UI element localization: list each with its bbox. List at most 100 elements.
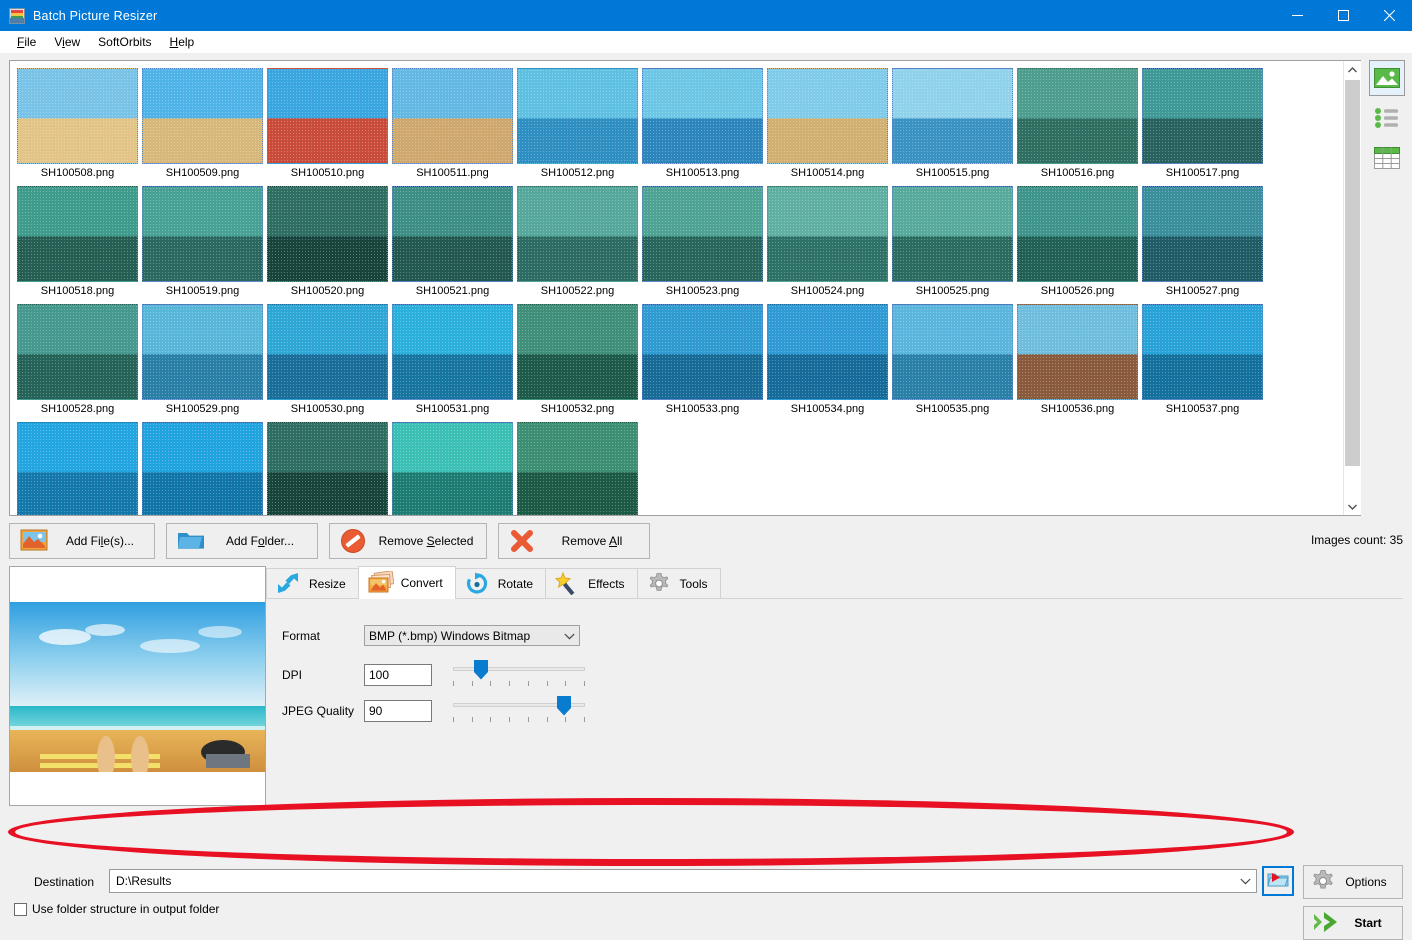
thumbnail-item[interactable]: SH100534.png [765, 302, 890, 420]
dpi-slider[interactable] [453, 659, 585, 691]
thumbnail-image[interactable] [17, 186, 138, 282]
menu-file[interactable]: File [8, 33, 45, 51]
thumbnail-item[interactable]: SH100525.png [890, 184, 1015, 302]
thumbnail-image[interactable] [517, 422, 638, 515]
tab-convert[interactable]: Convert [357, 566, 456, 599]
thumbnail-image[interactable] [392, 304, 513, 400]
destination-input[interactable]: D:\Results [110, 874, 1234, 888]
thumbnail-image[interactable] [17, 304, 138, 400]
tab-rotate[interactable]: Rotate [454, 568, 547, 599]
options-button[interactable]: Options [1303, 865, 1403, 899]
image-list-panel[interactable]: SH100508.png SH100509.png SH100510.png SH10… [9, 60, 1361, 516]
thumbnail-item[interactable]: SH100537.png [1140, 302, 1265, 420]
tab-tools[interactable]: Tools [636, 568, 721, 599]
thumbnail-image[interactable] [767, 186, 888, 282]
thumbnail-item[interactable]: SH100513.png [640, 66, 765, 184]
remove-selected-button[interactable]: Remove Selected [329, 523, 487, 559]
thumbnail-image[interactable] [767, 68, 888, 164]
tab-resize[interactable]: Resize [266, 568, 359, 599]
thumbnail-image[interactable] [142, 422, 263, 515]
thumbnail-item[interactable]: SH100529.png [140, 302, 265, 420]
image-list-scrollbar[interactable] [1343, 61, 1361, 515]
thumbnail-image[interactable] [1142, 68, 1263, 164]
thumbnail-item[interactable]: SH100536.png [1015, 302, 1140, 420]
thumbnail-item[interactable]: SH100519.png [140, 184, 265, 302]
format-select[interactable]: BMP (*.bmp) Windows Bitmap [364, 625, 580, 646]
thumbnail-item[interactable]: SH100535.png [890, 302, 1015, 420]
chevron-down-icon[interactable] [1234, 878, 1256, 885]
thumbnail-item[interactable]: SH100510.png [265, 66, 390, 184]
thumbnail-image[interactable] [892, 186, 1013, 282]
browse-folder-button[interactable] [1262, 866, 1294, 896]
use-folder-structure-checkbox[interactable]: Use folder structure in output folder [14, 902, 219, 916]
jpeg-quality-slider-thumb[interactable] [556, 696, 571, 716]
thumbnail-item[interactable]: SH100512.png [515, 66, 640, 184]
add-folder-button[interactable]: Add Folder... [166, 523, 318, 559]
thumbnail-item[interactable]: SH100533.png [640, 302, 765, 420]
thumbnail-image[interactable] [767, 304, 888, 400]
list-view-button[interactable] [1369, 100, 1405, 136]
scroll-down-button[interactable] [1344, 498, 1361, 515]
scrollbar-thumb[interactable] [1345, 80, 1360, 466]
thumbnail-item[interactable]: SH100532.png [515, 302, 640, 420]
scrollbar-track[interactable] [1344, 78, 1361, 498]
menu-view[interactable]: View [45, 33, 89, 51]
thumbnail-image[interactable] [267, 304, 388, 400]
start-button[interactable]: Start [1303, 906, 1403, 940]
thumbnail-item[interactable]: SH100509.png [140, 66, 265, 184]
thumbnail-item[interactable]: SH100523.png [640, 184, 765, 302]
thumbnail-image[interactable] [1017, 186, 1138, 282]
thumbnail-image[interactable] [642, 304, 763, 400]
thumbnail-image[interactable] [892, 304, 1013, 400]
thumbnail-item[interactable]: SH100522.png [515, 184, 640, 302]
jpeg-quality-slider[interactable] [453, 695, 585, 727]
thumbnail-image[interactable] [642, 186, 763, 282]
thumbnail-image[interactable] [517, 304, 638, 400]
thumbnail-item[interactable] [265, 420, 390, 515]
thumbnail-image[interactable] [1142, 186, 1263, 282]
thumbnail-image[interactable] [267, 68, 388, 164]
thumbnail-image[interactable] [1017, 304, 1138, 400]
view-mode-rail[interactable] [1369, 60, 1405, 180]
jpeg-quality-input[interactable] [364, 700, 432, 722]
thumbnail-grid[interactable]: SH100508.png SH100509.png SH100510.png SH10… [15, 66, 1343, 515]
thumbnail-item[interactable]: SH100530.png [265, 302, 390, 420]
thumbnail-item[interactable]: SH100526.png [1015, 184, 1140, 302]
thumbnail-item[interactable]: SH100531.png [390, 302, 515, 420]
thumbnail-item[interactable]: SH100521.png [390, 184, 515, 302]
thumbnail-image[interactable] [142, 68, 263, 164]
thumbnail-item[interactable]: SH100518.png [15, 184, 140, 302]
minimize-button[interactable] [1274, 0, 1320, 31]
destination-combobox[interactable]: D:\Results [109, 869, 1257, 893]
checkbox-box[interactable] [14, 902, 27, 916]
thumbnail-image[interactable] [17, 68, 138, 164]
thumbnail-item[interactable]: SH100515.png [890, 66, 1015, 184]
remove-all-button[interactable]: Remove All [498, 523, 650, 559]
maximize-button[interactable] [1320, 0, 1366, 31]
menu-softorbits[interactable]: SoftOrbits [89, 33, 160, 51]
thumbnail-item[interactable]: SH100527.png [1140, 184, 1265, 302]
dpi-input[interactable] [364, 664, 432, 686]
thumbnail-scroll-area[interactable]: SH100508.png SH100509.png SH100510.png SH10… [10, 61, 1343, 515]
thumbnail-item[interactable]: SH100528.png [15, 302, 140, 420]
thumbnail-item[interactable] [15, 420, 140, 515]
thumbnail-item[interactable]: SH100517.png [1140, 66, 1265, 184]
thumbnail-image[interactable] [17, 422, 138, 515]
details-view-button[interactable] [1369, 140, 1405, 176]
thumbnail-image[interactable] [392, 68, 513, 164]
thumbnail-item[interactable]: SH100520.png [265, 184, 390, 302]
thumbnail-image[interactable] [392, 422, 513, 515]
thumbnail-image[interactable] [517, 68, 638, 164]
thumbnail-item[interactable]: SH100514.png [765, 66, 890, 184]
thumbnail-image[interactable] [1142, 304, 1263, 400]
thumbnail-image[interactable] [642, 68, 763, 164]
thumbnail-image[interactable] [267, 422, 388, 515]
scroll-up-button[interactable] [1344, 61, 1361, 78]
thumbnail-image[interactable] [142, 186, 263, 282]
thumbnail-image[interactable] [267, 186, 388, 282]
dpi-slider-thumb[interactable] [474, 660, 489, 680]
tab-effects[interactable]: Effects [545, 568, 638, 599]
close-button[interactable] [1366, 0, 1412, 31]
thumbnail-view-button[interactable] [1369, 60, 1405, 96]
thumbnail-image[interactable] [392, 186, 513, 282]
